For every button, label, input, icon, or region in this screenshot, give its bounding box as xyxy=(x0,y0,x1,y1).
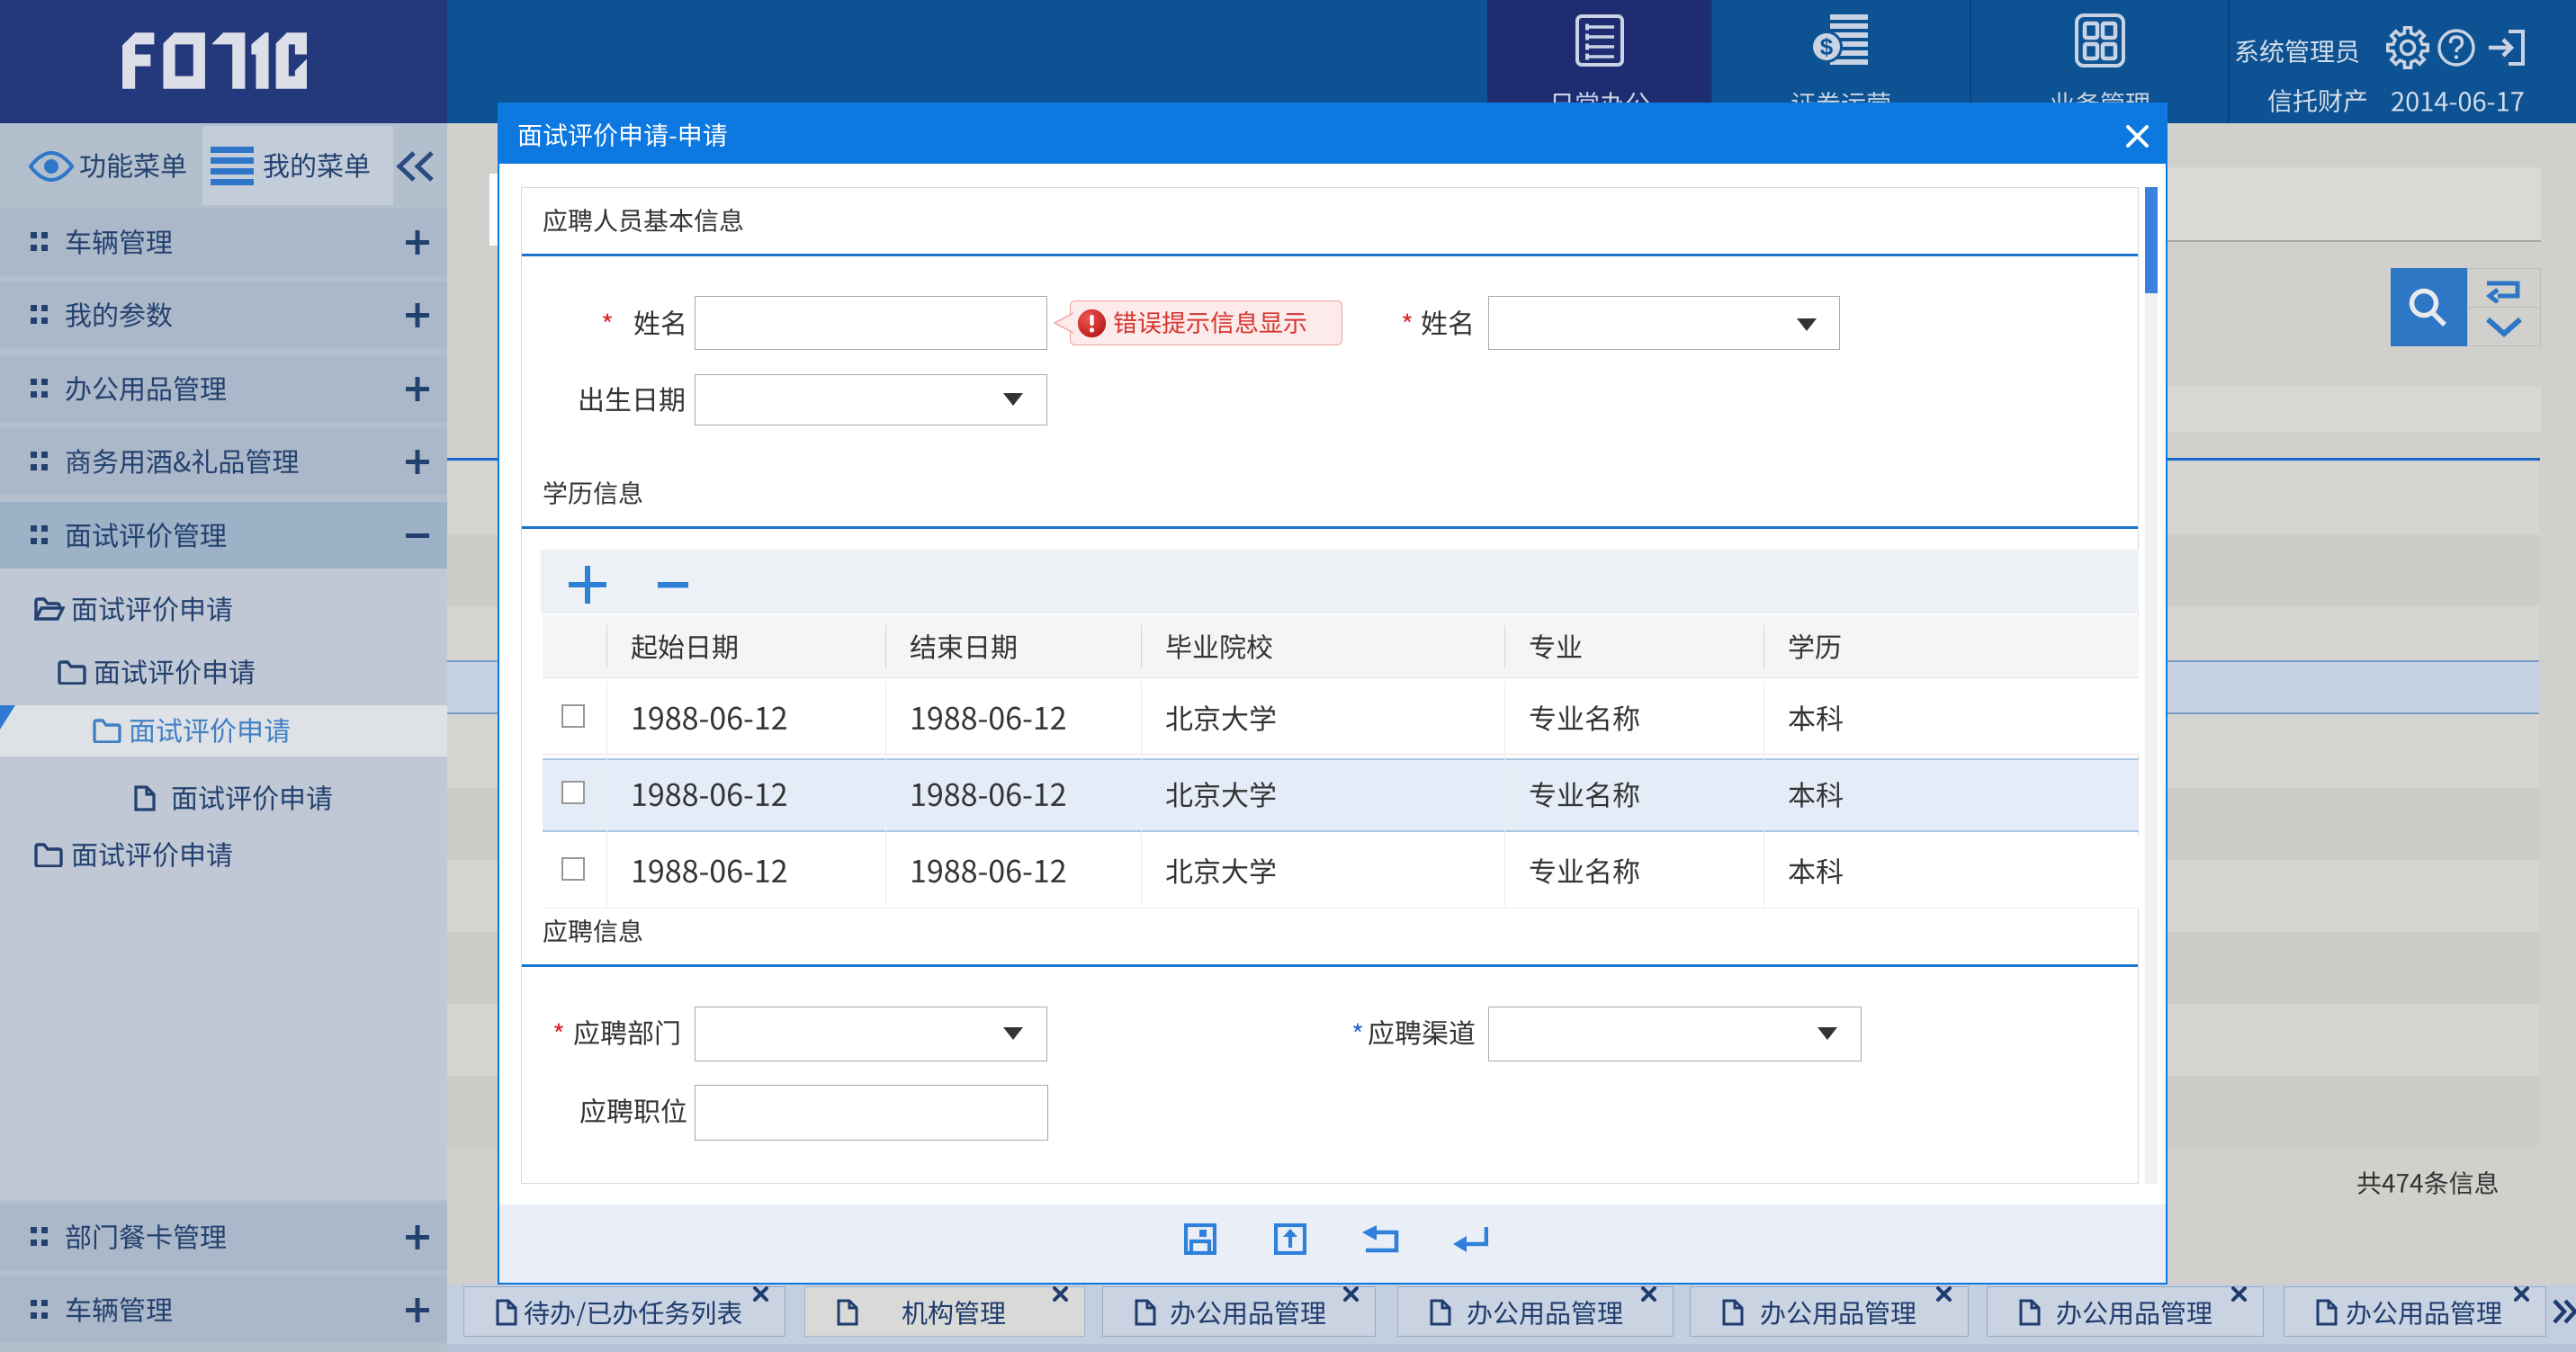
svg-text:$: $ xyxy=(1820,33,1834,60)
